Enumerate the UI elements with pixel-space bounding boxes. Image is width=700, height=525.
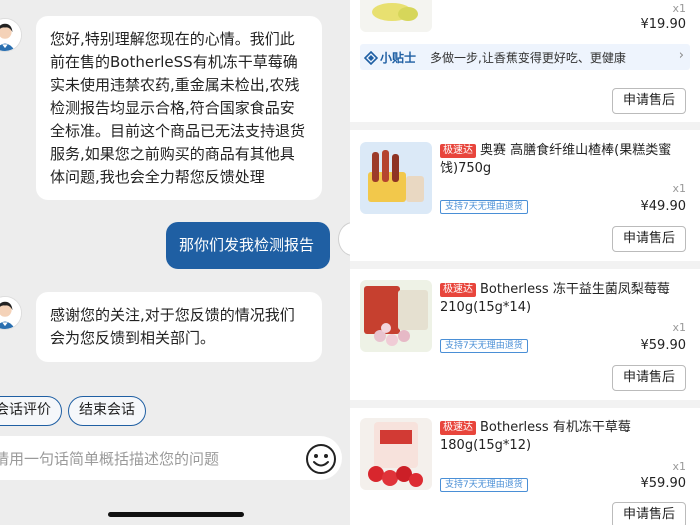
user-avatar <box>338 222 350 256</box>
order-card: 极速达 Botherless 冻干益生菌凤梨莓莓210g(15g*14) 支持7天… <box>350 269 700 400</box>
tip-bar[interactable]: 小贴士 多做一步,让香蕉变得更好吃、更健康 › <box>360 44 690 70</box>
agent-message-text: 感谢您的关注,对于您反馈的情况我们会为您反馈到相关部门。 <box>50 306 295 347</box>
product-title: 极速达 Botherless 有机冻干草莓180g(15g*12) <box>440 419 688 455</box>
refund-policy-tag: 支持7天无理由退货 <box>440 478 528 492</box>
product-image-banana <box>360 0 432 32</box>
after-sale-button[interactable]: 申请售后 <box>611 88 686 114</box>
message-input-placeholder: 请用一句话简单概括描述您的问题 <box>0 450 220 468</box>
agent-avatar-icon <box>0 18 22 52</box>
rate-session-button[interactable]: 会话评价 <box>0 396 62 426</box>
after-sale-button[interactable]: 申请售后 <box>611 365 686 391</box>
end-session-button[interactable]: 结束会话 <box>68 396 146 426</box>
agent-avatar-icon <box>0 296 22 330</box>
order-card: 极速达 奥赛 高膳食纤维山楂棒(果糕类蜜饯)750g 支持7天无理由退货 x1 ¥… <box>350 130 700 261</box>
emoji-icon[interactable] <box>305 443 337 475</box>
after-sale-button[interactable]: 申请售后 <box>611 226 686 252</box>
tip-diamond-icon <box>363 50 379 66</box>
user-message-text: 那你们发我检测报告 <box>179 236 315 254</box>
after-sale-button[interactable]: 申请售后 <box>611 502 686 525</box>
refund-policy-tag: 支持7天无理由退货 <box>440 339 528 353</box>
product-title: 极速达 Botherless 冻干益生菌凤梨莓莓210g(15g*14) <box>440 281 688 317</box>
tip-label: 小贴士 <box>380 51 417 65</box>
item-quantity: x1 <box>672 2 686 15</box>
item-price: ¥49.90 <box>640 199 687 214</box>
express-badge: 极速达 <box>440 421 476 435</box>
agent-message-bubble: 感谢您的关注,对于您反馈的情况我们会为您反馈到相关部门。 <box>36 292 322 362</box>
refund-policy-tag: 支持7天无理由退货 <box>440 200 528 214</box>
item-quantity: x1 <box>672 460 686 473</box>
item-price: ¥19.90 <box>640 17 687 32</box>
item-price: ¥59.90 <box>640 476 687 491</box>
order-card: x1 ¥19.90 小贴士 多做一步,让香蕉变得更好吃、更健康 › 申请售后 <box>350 0 700 122</box>
item-price: ¥59.90 <box>640 338 687 353</box>
chevron-right-icon: › <box>678 48 684 63</box>
order-panel: x1 ¥19.90 小贴士 多做一步,让香蕉变得更好吃、更健康 › 申请售后 极… <box>350 0 700 525</box>
product-image-hawthorn <box>360 142 432 214</box>
chat-panel: 您好,特别理解您现在的心情。我们此前在售的BotherleSS有机冻干草莓确实未… <box>0 0 350 525</box>
order-card: 极速达 Botherless 有机冻干草莓180g(15g*12) 支持7天无理由… <box>350 408 700 525</box>
express-badge: 极速达 <box>440 283 476 297</box>
agent-message-text: 您好,特别理解您现在的心情。我们此前在售的BotherleSS有机冻干草莓确实未… <box>50 30 306 186</box>
product-image-strawberry <box>360 418 432 490</box>
item-quantity: x1 <box>672 182 686 195</box>
user-message-bubble: 那你们发我检测报告 <box>166 222 330 269</box>
agent-message-bubble: 您好,特别理解您现在的心情。我们此前在售的BotherleSS有机冻干草莓确实未… <box>36 16 322 200</box>
home-indicator <box>108 512 244 517</box>
item-quantity: x1 <box>672 321 686 334</box>
product-image-freeze-dried-berries <box>360 280 432 352</box>
tip-text: 多做一步,让香蕉变得更好吃、更健康 <box>430 51 626 65</box>
product-title: 极速达 奥赛 高膳食纤维山楂棒(果糕类蜜饯)750g <box>440 142 688 178</box>
express-badge: 极速达 <box>440 144 476 158</box>
